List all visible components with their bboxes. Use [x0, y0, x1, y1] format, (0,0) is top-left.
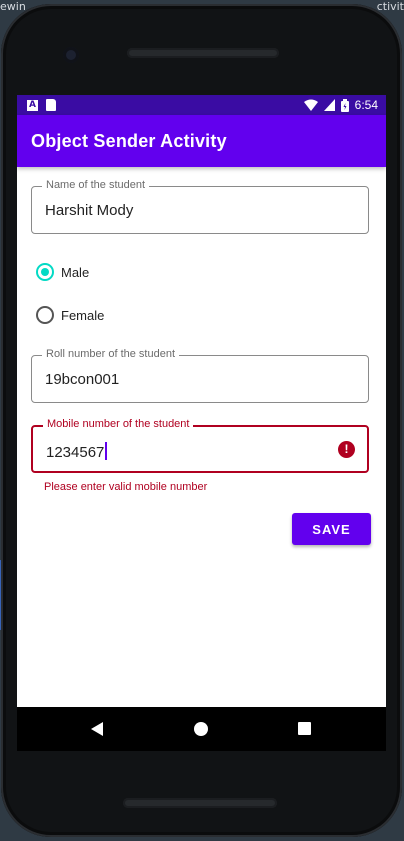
roll-number-field[interactable]: Roll number of the student 19bcon001 [31, 348, 369, 403]
radio-checked-icon [36, 263, 54, 281]
battery-icon [340, 98, 349, 112]
roll-number-field-value: 19bcon001 [45, 371, 120, 388]
navigation-bar [17, 707, 386, 751]
device-screen: A 6:54 Object Sender Activity Name of th… [17, 95, 386, 707]
home-icon[interactable] [194, 722, 208, 736]
status-bar: A 6:54 [17, 95, 386, 115]
mobile-error-message: Please enter valid mobile number [44, 481, 208, 493]
app-bar: Object Sender Activity [17, 115, 386, 167]
radio-unchecked-icon [36, 306, 54, 324]
clock: 6:54 [354, 98, 378, 112]
recent-apps-icon[interactable] [298, 722, 311, 735]
name-field[interactable]: Name of the student Harshit Mody [31, 179, 369, 234]
signal-icon [323, 99, 335, 111]
mobile-number-field-value: 1234567 [46, 444, 105, 461]
app-title: Object Sender Activity [31, 131, 227, 151]
radio-female[interactable]: Female [36, 306, 104, 324]
save-button[interactable]: SAVE [292, 513, 371, 545]
wifi-icon [303, 99, 318, 111]
mobile-number-field[interactable]: Mobile number of the student 1234567 ! [31, 418, 369, 473]
name-field-value: Harshit Mody [45, 202, 134, 219]
front-camera [63, 47, 79, 63]
error-icon: ! [338, 441, 355, 458]
backdrop-text-right: ctivit [376, 0, 404, 13]
text-cursor [105, 442, 108, 460]
name-field-label: Name of the student [42, 179, 150, 191]
roll-number-field-label: Roll number of the student [42, 348, 180, 360]
mobile-number-field-value-wrap: 1234567 [46, 442, 108, 461]
backdrop-text-left: ewin [0, 0, 26, 13]
back-icon[interactable] [91, 722, 103, 736]
notification-a-icon: A [27, 99, 38, 111]
top-speaker [127, 48, 279, 58]
radio-male[interactable]: Male [36, 263, 89, 281]
radio-female-label: Female [61, 307, 105, 323]
mobile-number-field-label: Mobile number of the student [43, 418, 194, 430]
radio-male-label: Male [61, 264, 90, 280]
bottom-speaker [123, 798, 277, 808]
sd-card-icon [46, 99, 56, 111]
